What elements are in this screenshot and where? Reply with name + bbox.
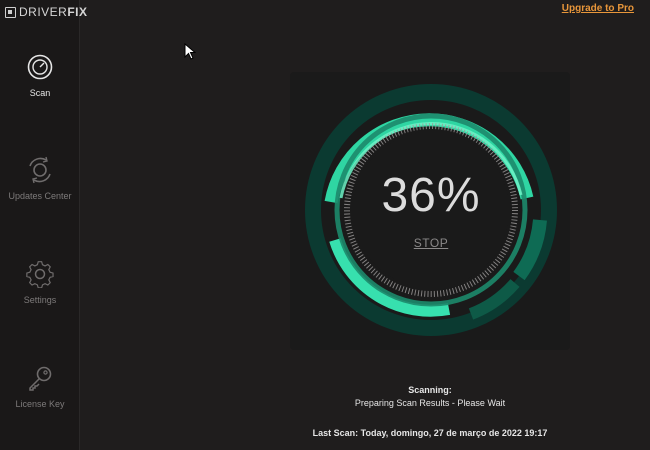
gear-icon bbox=[26, 261, 54, 288]
brand-logo: DRIVERFIX bbox=[5, 4, 88, 20]
progress-percentage: 36% bbox=[381, 169, 481, 222]
driverfix-logo-icon bbox=[5, 6, 16, 18]
upgrade-to-pro-link[interactable]: Upgrade to Pro bbox=[562, 3, 634, 14]
sidebar-item-scan[interactable]: Scan bbox=[0, 53, 80, 98]
stop-button[interactable]: STOP bbox=[401, 236, 461, 250]
last-scan-info: Last Scan: Today, domingo, 27 de março d… bbox=[312, 428, 548, 438]
scan-icon bbox=[27, 54, 53, 80]
sidebar-item-label: Updates Center bbox=[8, 191, 72, 201]
sidebar: DRIVERFIX Scan Updates Center Settings L… bbox=[0, 0, 87, 450]
refresh-icon bbox=[29, 156, 51, 184]
scan-status-detail: Preparing Scan Results - Please Wait bbox=[354, 398, 506, 408]
sidebar-item-label: License Key bbox=[15, 399, 65, 409]
key-icon bbox=[29, 366, 52, 391]
sidebar-item-updates-center[interactable]: Updates Center bbox=[0, 156, 80, 201]
sidebar-item-label: Settings bbox=[23, 295, 57, 305]
sidebar-item-settings[interactable]: Settings bbox=[0, 260, 80, 305]
sidebar-item-label: Scan bbox=[29, 88, 51, 98]
scan-status-title: Scanning: bbox=[408, 385, 452, 395]
sidebar-item-license-key[interactable]: License Key bbox=[0, 364, 80, 409]
mouse-cursor-icon bbox=[184, 43, 196, 60]
brand-name: DRIVERFIX bbox=[19, 5, 88, 19]
